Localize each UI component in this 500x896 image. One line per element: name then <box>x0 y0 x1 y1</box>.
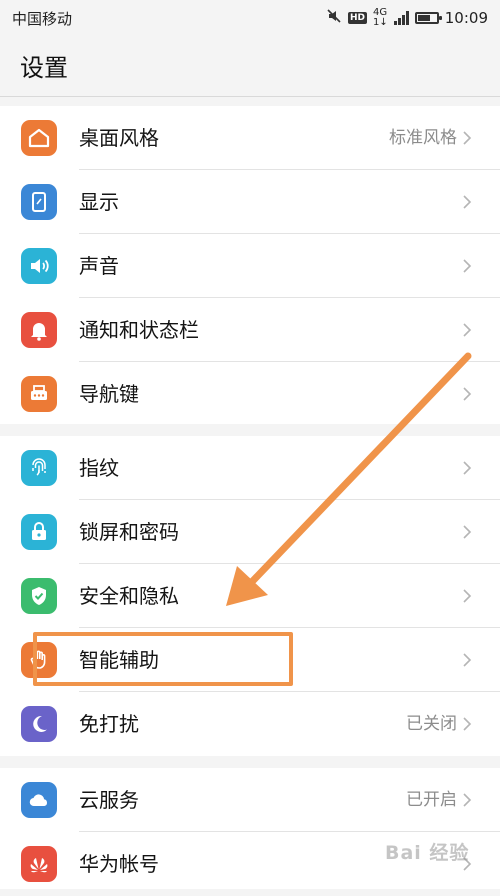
settings-item-value: 已关闭 <box>406 714 457 734</box>
settings-item-label: 通知和状态栏 <box>79 318 199 342</box>
huawei-icon <box>21 846 57 882</box>
cloud-icon <box>21 782 57 818</box>
page-title: 设置 <box>20 54 68 82</box>
settings-group-display: 桌面风格 标准风格 显示 声音 通知和状态栏 导航键 <box>0 106 500 424</box>
settings-item-value: 已开启 <box>406 790 457 810</box>
settings-item-lock-screen[interactable]: 锁屏和密码 <box>0 500 500 564</box>
settings-item-label: 免打扰 <box>79 712 139 736</box>
settings-item-home-style[interactable]: 桌面风格 标准风格 <box>0 106 500 170</box>
settings-item-value: 标准风格 <box>389 128 457 148</box>
settings-item-label: 桌面风格 <box>79 126 159 150</box>
settings-item-fingerprint[interactable]: 指纹 <box>0 436 500 500</box>
chevron-right-icon <box>463 387 472 401</box>
header-divider <box>0 96 500 97</box>
home-icon <box>21 120 57 156</box>
status-icons: HD 4G 1↓ 10:09 <box>326 8 488 28</box>
settings-item-sound[interactable]: 声音 <box>0 234 500 298</box>
signal-icon <box>393 11 409 25</box>
chevron-right-icon <box>463 461 472 475</box>
chevron-right-icon <box>463 195 472 209</box>
settings-item-label: 指纹 <box>79 456 119 480</box>
settings-item-cloud[interactable]: 云服务 已开启 <box>0 768 500 832</box>
clock: 10:09 <box>444 9 488 27</box>
settings-item-label: 导航键 <box>79 382 139 406</box>
network-type: 4G 1↓ <box>373 7 388 28</box>
settings-item-display[interactable]: 显示 <box>0 170 500 234</box>
chevron-right-icon <box>463 259 472 273</box>
settings-group-account: 云服务 已开启 华为帐号 <box>0 768 500 889</box>
settings-item-label: 华为帐号 <box>79 852 159 876</box>
status-bar: 中国移动 HD 4G 1↓ 10:09 <box>0 0 500 36</box>
chevron-right-icon <box>463 653 472 667</box>
battery-icon <box>414 12 442 24</box>
chevron-right-icon <box>463 589 472 603</box>
annotation-highlight-box <box>33 632 293 686</box>
carrier-name: 中国移动 <box>12 9 73 28</box>
settings-item-security-privacy[interactable]: 安全和隐私 <box>0 564 500 628</box>
settings-item-label: 显示 <box>79 190 119 214</box>
settings-item-label: 锁屏和密码 <box>79 520 179 544</box>
chevron-right-icon <box>463 131 472 145</box>
mute-icon <box>326 8 342 28</box>
chevron-right-icon <box>463 793 472 807</box>
hd-badge: HD <box>348 12 368 24</box>
moon-icon <box>21 706 57 742</box>
shield-icon <box>21 578 57 614</box>
watermark: Bai 经验 <box>385 842 470 864</box>
settings-item-label: 声音 <box>79 254 119 278</box>
navigation-keys-icon <box>21 376 57 412</box>
settings-item-navigation-keys[interactable]: 导航键 <box>0 362 500 426</box>
chevron-right-icon <box>463 525 472 539</box>
lock-icon <box>21 514 57 550</box>
settings-item-do-not-disturb[interactable]: 免打扰 已关闭 <box>0 692 500 756</box>
fingerprint-icon <box>21 450 57 486</box>
settings-item-label: 安全和隐私 <box>79 584 179 608</box>
settings-group-security: 指纹 锁屏和密码 安全和隐私 智能辅助 免打扰 已关闭 <box>0 436 500 756</box>
chevron-right-icon <box>463 323 472 337</box>
speaker-icon <box>21 248 57 284</box>
settings-item-label: 云服务 <box>79 788 139 812</box>
chevron-right-icon <box>463 717 472 731</box>
display-icon <box>21 184 57 220</box>
bell-icon <box>21 312 57 348</box>
settings-item-notifications[interactable]: 通知和状态栏 <box>0 298 500 362</box>
